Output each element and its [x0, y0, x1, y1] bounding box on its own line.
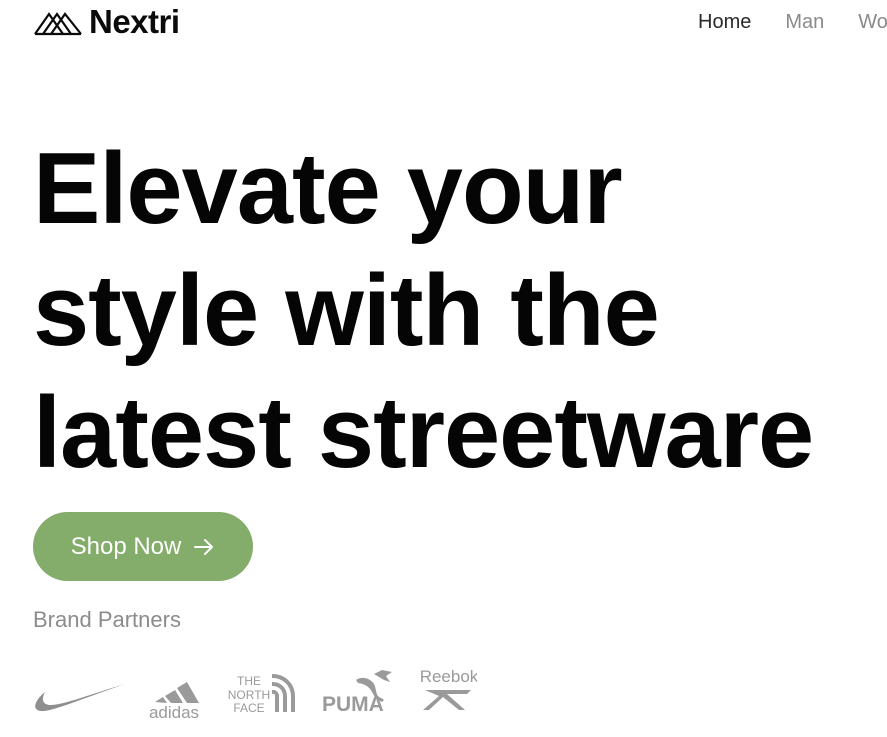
site-header: Nextri Home Man Women: [0, 0, 887, 46]
hero-title-line: Elevate your: [33, 133, 623, 245]
site-logo-link[interactable]: Nextri: [33, 4, 180, 40]
nav-item-man[interactable]: Man: [785, 10, 824, 34]
nav-item-home[interactable]: Home: [698, 10, 751, 34]
arrow-right-icon: [194, 538, 214, 555]
hero-title-line: latest streetware: [33, 377, 814, 489]
mountain-logo-icon: [34, 12, 82, 36]
reebok-wordmark: Reebok: [421, 667, 477, 686]
north-face-line: FACE: [233, 701, 264, 715]
adidas-wordmark: adidas: [149, 703, 199, 720]
north-face-logo: THE NORTH FACE: [228, 673, 295, 715]
brand-partners-list: adidas THE NORTH FACE PUMA Reebok: [33, 662, 493, 722]
main-nav: Home Man Women: [698, 10, 887, 34]
shop-now-label: Shop Now: [70, 532, 182, 560]
puma-logo: PUMA: [322, 670, 392, 714]
adidas-logo: adidas: [149, 682, 199, 720]
north-face-line: NORTH: [228, 688, 270, 702]
brand-partners-label: Brand Partners: [33, 607, 181, 632]
nav-item-women[interactable]: Women: [858, 10, 887, 34]
reebok-logo: Reebok: [421, 667, 477, 710]
brand-name: Nextri: [89, 3, 180, 40]
shop-now-button[interactable]: Shop Now: [33, 512, 253, 581]
north-face-line: THE: [237, 674, 261, 688]
hero-title-line: style with the: [33, 255, 660, 367]
nike-logo: [35, 684, 125, 712]
hero-title: Elevate your style with the latest stree…: [33, 128, 883, 494]
landing-page: Nextri Home Man Women Elevate your style…: [0, 0, 887, 737]
